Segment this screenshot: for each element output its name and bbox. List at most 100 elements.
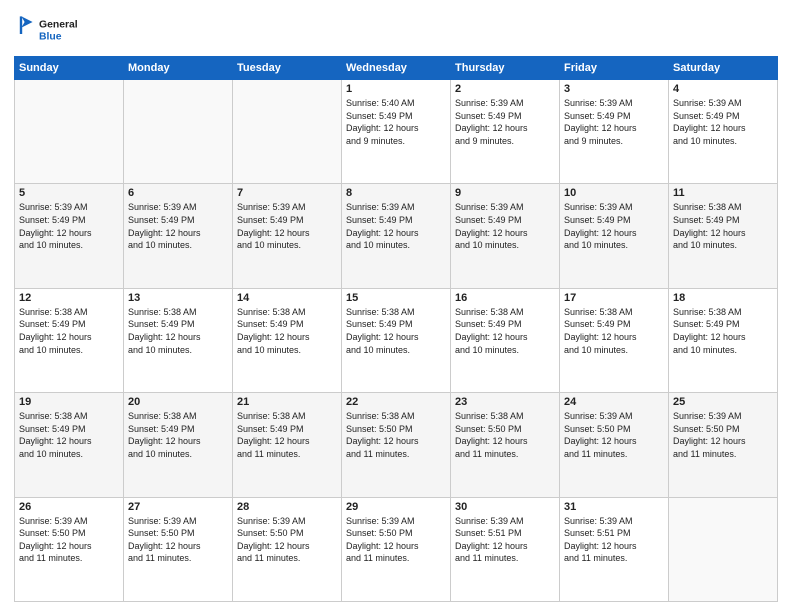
header: General Blue [14,10,778,50]
calendar-table: SundayMondayTuesdayWednesdayThursdayFrid… [14,56,778,602]
day-header-sunday: Sunday [15,57,124,80]
day-info: Sunrise: 5:38 AM Sunset: 5:49 PM Dayligh… [128,306,228,356]
calendar-cell: 5 Sunrise: 5:39 AM Sunset: 5:49 PM Daylig… [15,184,124,288]
day-header-friday: Friday [560,57,669,80]
calendar-cell [124,80,233,184]
day-number: 27 [128,501,228,513]
svg-text:Blue: Blue [39,32,62,43]
day-header-tuesday: Tuesday [233,57,342,80]
day-number: 17 [564,292,664,304]
calendar-week-2: 5 Sunrise: 5:39 AM Sunset: 5:49 PM Daylig… [15,184,778,288]
day-number: 9 [455,187,555,199]
calendar-cell: 16Sunrise: 5:38 AM Sunset: 5:49 PM Dayli… [451,288,560,392]
day-info: Sunrise: 5:39 AM Sunset: 5:51 PM Dayligh… [455,515,555,565]
calendar-cell: 8 Sunrise: 5:39 AM Sunset: 5:49 PM Daylig… [342,184,451,288]
day-number: 23 [455,396,555,408]
day-info: Sunrise: 5:38 AM Sunset: 5:49 PM Dayligh… [128,410,228,460]
day-number: 5 [19,187,119,199]
day-info: Sunrise: 5:39 AM Sunset: 5:49 PM Dayligh… [673,97,773,147]
day-header-saturday: Saturday [669,57,778,80]
day-number: 29 [346,501,446,513]
day-number: 30 [455,501,555,513]
page: General Blue SundayMondayTuesdayWednesda… [0,0,792,612]
calendar-cell: 3Sunrise: 5:39 AM Sunset: 5:49 PM Daylig… [560,80,669,184]
day-number: 28 [237,501,337,513]
day-info: Sunrise: 5:39 AM Sunset: 5:49 PM Dayligh… [346,201,446,251]
calendar-cell: 9 Sunrise: 5:39 AM Sunset: 5:49 PM Daylig… [451,184,560,288]
day-number: 2 [455,83,555,95]
day-number: 26 [19,501,119,513]
day-number: 7 [237,187,337,199]
day-number: 24 [564,396,664,408]
calendar-cell: 20 Sunrise: 5:38 AM Sunset: 5:49 PM Dayli… [124,393,233,497]
day-number: 10 [564,187,664,199]
day-info: Sunrise: 5:38 AM Sunset: 5:49 PM Dayligh… [237,306,337,356]
calendar-header-row: SundayMondayTuesdayWednesdayThursdayFrid… [15,57,778,80]
day-header-wednesday: Wednesday [342,57,451,80]
day-info: Sunrise: 5:39 AM Sunset: 5:49 PM Dayligh… [455,97,555,147]
calendar-cell [669,497,778,601]
calendar-cell: 7 Sunrise: 5:39 AM Sunset: 5:49 PM Daylig… [233,184,342,288]
calendar-cell: 28Sunrise: 5:39 AM Sunset: 5:50 PM Dayli… [233,497,342,601]
calendar-cell: 23 Sunrise: 5:38 AM Sunset: 5:50 PM Dayli… [451,393,560,497]
day-info: Sunrise: 5:38 AM Sunset: 5:49 PM Dayligh… [19,410,119,460]
day-info: Sunrise: 5:38 AM Sunset: 5:49 PM Dayligh… [673,306,773,356]
svg-text:General: General [39,20,78,31]
day-number: 25 [673,396,773,408]
day-number: 6 [128,187,228,199]
day-info: Sunrise: 5:38 AM Sunset: 5:49 PM Dayligh… [237,410,337,460]
calendar-cell: 15 Sunrise: 5:38 AM Sunset: 5:49 PM Dayli… [342,288,451,392]
day-info: Sunrise: 5:39 AM Sunset: 5:49 PM Dayligh… [19,201,119,251]
calendar-week-1: 1Sunrise: 5:40 AM Sunset: 5:49 PM Daylig… [15,80,778,184]
day-info: Sunrise: 5:38 AM Sunset: 5:49 PM Dayligh… [19,306,119,356]
day-number: 8 [346,187,446,199]
day-header-thursday: Thursday [451,57,560,80]
calendar-cell: 19 Sunrise: 5:38 AM Sunset: 5:49 PM Dayli… [15,393,124,497]
calendar-cell: 29Sunrise: 5:39 AM Sunset: 5:50 PM Dayli… [342,497,451,601]
day-info: Sunrise: 5:38 AM Sunset: 5:50 PM Dayligh… [455,410,555,460]
calendar-cell: 17 Sunrise: 5:38 AM Sunset: 5:49 PM Dayli… [560,288,669,392]
day-number: 22 [346,396,446,408]
day-number: 14 [237,292,337,304]
calendar-cell: 30 Sunrise: 5:39 AM Sunset: 5:51 PM Dayli… [451,497,560,601]
calendar-cell: 1Sunrise: 5:40 AM Sunset: 5:49 PM Daylig… [342,80,451,184]
day-info: Sunrise: 5:39 AM Sunset: 5:49 PM Dayligh… [455,201,555,251]
day-info: Sunrise: 5:38 AM Sunset: 5:49 PM Dayligh… [673,201,773,251]
calendar-cell: 11Sunrise: 5:38 AM Sunset: 5:49 PM Dayli… [669,184,778,288]
day-info: Sunrise: 5:39 AM Sunset: 5:50 PM Dayligh… [128,515,228,565]
day-info: Sunrise: 5:38 AM Sunset: 5:50 PM Dayligh… [346,410,446,460]
day-info: Sunrise: 5:39 AM Sunset: 5:49 PM Dayligh… [564,201,664,251]
day-info: Sunrise: 5:39 AM Sunset: 5:49 PM Dayligh… [128,201,228,251]
calendar-cell: 2 Sunrise: 5:39 AM Sunset: 5:49 PM Daylig… [451,80,560,184]
logo: General Blue [14,10,104,50]
calendar-cell: 14 Sunrise: 5:38 AM Sunset: 5:49 PM Dayli… [233,288,342,392]
day-number: 20 [128,396,228,408]
calendar-cell: 27 Sunrise: 5:39 AM Sunset: 5:50 PM Dayli… [124,497,233,601]
day-number: 31 [564,501,664,513]
calendar-cell: 12Sunrise: 5:38 AM Sunset: 5:49 PM Dayli… [15,288,124,392]
day-info: Sunrise: 5:38 AM Sunset: 5:49 PM Dayligh… [455,306,555,356]
day-info: Sunrise: 5:39 AM Sunset: 5:49 PM Dayligh… [237,201,337,251]
calendar-cell: 22 Sunrise: 5:38 AM Sunset: 5:50 PM Dayli… [342,393,451,497]
calendar-cell: 18Sunrise: 5:38 AM Sunset: 5:49 PM Dayli… [669,288,778,392]
day-info: Sunrise: 5:39 AM Sunset: 5:50 PM Dayligh… [673,410,773,460]
calendar-cell [233,80,342,184]
day-number: 21 [237,396,337,408]
day-info: Sunrise: 5:38 AM Sunset: 5:49 PM Dayligh… [346,306,446,356]
calendar-cell: 26Sunrise: 5:39 AM Sunset: 5:50 PM Dayli… [15,497,124,601]
calendar-week-4: 19 Sunrise: 5:38 AM Sunset: 5:49 PM Dayli… [15,393,778,497]
day-number: 15 [346,292,446,304]
day-number: 19 [19,396,119,408]
day-number: 13 [128,292,228,304]
calendar-cell: 13 Sunrise: 5:38 AM Sunset: 5:49 PM Dayli… [124,288,233,392]
day-info: Sunrise: 5:38 AM Sunset: 5:49 PM Dayligh… [564,306,664,356]
day-info: Sunrise: 5:39 AM Sunset: 5:49 PM Dayligh… [564,97,664,147]
calendar-cell: 31 Sunrise: 5:39 AM Sunset: 5:51 PM Dayli… [560,497,669,601]
calendar-cell: 21 Sunrise: 5:38 AM Sunset: 5:49 PM Dayli… [233,393,342,497]
day-number: 4 [673,83,773,95]
day-info: Sunrise: 5:40 AM Sunset: 5:49 PM Dayligh… [346,97,446,147]
calendar-cell: 25 Sunrise: 5:39 AM Sunset: 5:50 PM Dayli… [669,393,778,497]
day-info: Sunrise: 5:39 AM Sunset: 5:51 PM Dayligh… [564,515,664,565]
day-header-monday: Monday [124,57,233,80]
calendar-week-3: 12Sunrise: 5:38 AM Sunset: 5:49 PM Dayli… [15,288,778,392]
